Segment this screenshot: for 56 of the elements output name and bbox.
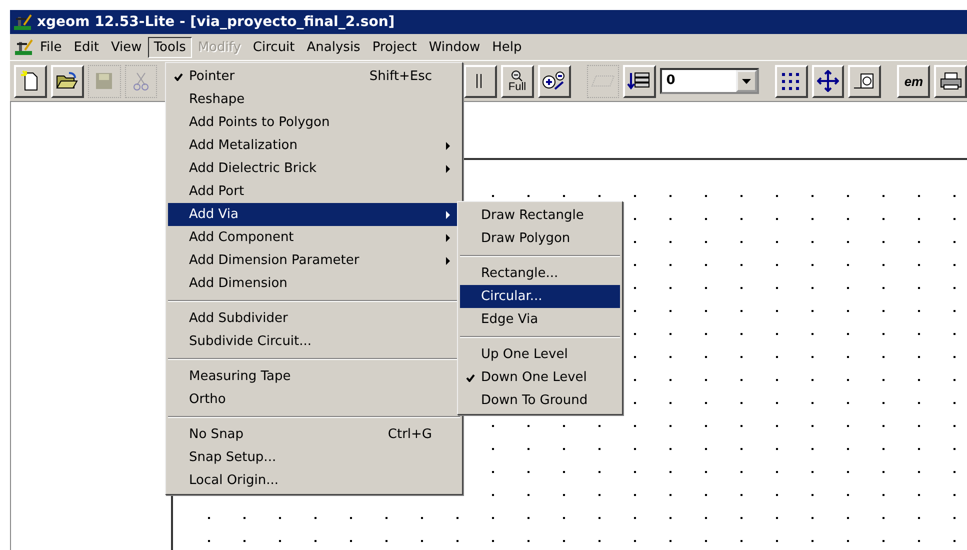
- menu-option[interactable]: Circular...: [460, 285, 620, 308]
- folder-icon: [55, 71, 80, 91]
- menu-option[interactable]: Rectangle...: [460, 262, 620, 285]
- menu-option[interactable]: Add Points to Polygon: [168, 111, 460, 134]
- new-button[interactable]: [14, 64, 47, 98]
- menu-item[interactable]: Tools: [148, 36, 192, 58]
- grid-button[interactable]: [774, 64, 808, 98]
- menu-item[interactable]: Project: [366, 36, 423, 58]
- print-button[interactable]: [934, 64, 967, 98]
- menu-item[interactable]: Window: [422, 36, 486, 58]
- printer-icon: [938, 71, 963, 91]
- zoom-icon: [511, 70, 524, 82]
- menu-option[interactable]: Snap Setup...: [168, 446, 460, 469]
- menu-option[interactable]: Up One Level: [460, 343, 620, 366]
- menu-option[interactable]: Draw Rectangle: [460, 204, 620, 227]
- menu-item[interactable]: Analysis: [300, 36, 366, 58]
- stack-button[interactable]: [623, 64, 656, 98]
- menu-option[interactable]: Ortho: [168, 388, 460, 411]
- scissors-icon: [132, 71, 150, 91]
- menu-option[interactable]: Subdivide Circuit...: [168, 330, 460, 353]
- layer-dropdown[interactable]: 0: [660, 68, 759, 94]
- menu-item[interactable]: Circuit: [246, 36, 301, 58]
- menu-option[interactable]: Add Subdivider: [168, 307, 460, 330]
- menu-option[interactable]: Add Dimension Parameter: [168, 249, 460, 272]
- menu-option[interactable]: No Snap Ctrl+G: [168, 423, 460, 446]
- menu-option[interactable]: Pointer Shift+Esc: [168, 65, 460, 88]
- move-icon: [817, 70, 840, 92]
- menu-option[interactable]: Add Port: [168, 180, 460, 203]
- caret-icon: [742, 78, 751, 84]
- menu-item[interactable]: View: [104, 36, 148, 58]
- menu-option[interactable]: Local Origin...: [168, 469, 460, 492]
- zoom-icon: [541, 70, 568, 92]
- menu-item[interactable]: File: [34, 36, 68, 58]
- window-title: xgeom 12.53-Lite - [via_proyecto_final_2.son]: [37, 14, 395, 30]
- menu-option[interactable]: Down One Level: [460, 366, 620, 389]
- move-button[interactable]: [812, 64, 844, 98]
- menu-option[interactable]: Add Via: [168, 203, 460, 226]
- menu-item[interactable]: Edit: [68, 36, 105, 58]
- app-icon: [14, 38, 34, 56]
- menu-option[interactable]: Add Component: [168, 226, 460, 249]
- em-button[interactable]: em: [897, 64, 930, 98]
- menu-option[interactable]: Reshape: [168, 88, 460, 111]
- menu-option[interactable]: Add Dimension: [168, 272, 460, 295]
- zoom-button[interactable]: [538, 64, 571, 98]
- menu-option[interactable]: Draw Polygon: [460, 227, 620, 250]
- menu-option[interactable]: Down To Ground: [460, 389, 620, 412]
- menu-option[interactable]: Add Metalization: [168, 134, 460, 157]
- full-button[interactable]: Full: [500, 64, 534, 98]
- menu-option[interactable]: Edge Via: [460, 308, 620, 331]
- menu-item[interactable]: Help: [486, 36, 528, 58]
- menu-option[interactable]: Measuring Tape: [168, 365, 460, 388]
- open-button[interactable]: [50, 64, 84, 98]
- tape-button[interactable]: [848, 64, 882, 98]
- hand-button[interactable]: [464, 64, 497, 98]
- app-icon: [13, 13, 33, 31]
- menu-option[interactable]: Add Dielectric Brick: [168, 157, 460, 180]
